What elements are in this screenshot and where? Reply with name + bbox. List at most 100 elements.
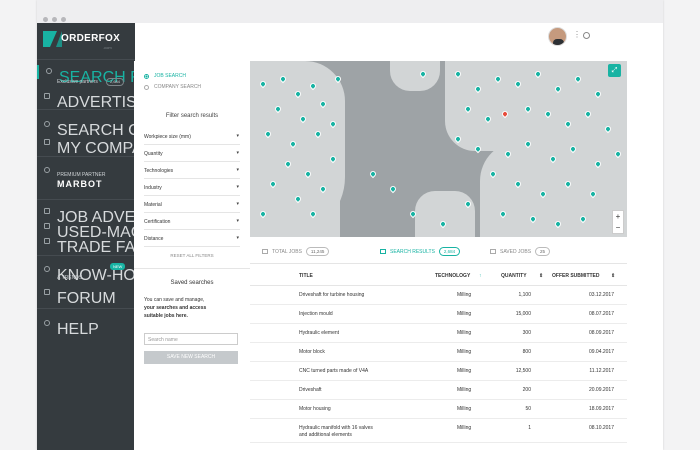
fullscreen-icon[interactable]: ⤢ bbox=[608, 64, 621, 77]
sidebar-item-used-machine[interactable]: USED-MACHINE MARKET bbox=[37, 220, 252, 241]
filter-distance[interactable]: Distance ▾ bbox=[144, 231, 240, 247]
filter-technologies[interactable]: Technologies ▾ bbox=[144, 163, 240, 179]
sidebar-item-company-profile[interactable]: MY COMPANY PROFILE bbox=[37, 136, 237, 157]
table-row[interactable]: Motor block Milling 800 09.04.2017 bbox=[250, 343, 627, 362]
table-row[interactable]: Driveshaft Milling 200 20.09.2017 bbox=[250, 381, 627, 400]
calendar-icon bbox=[44, 238, 50, 244]
exclusive-count-badge: 2,684 bbox=[106, 78, 125, 86]
cell-title: Driveshaft bbox=[299, 387, 322, 393]
filter-certification[interactable]: Certification ▾ bbox=[144, 214, 240, 230]
chevron-down-icon: ▾ bbox=[236, 167, 239, 173]
table-row[interactable]: Injection mould Milling 15,000 08.07.2017 bbox=[250, 305, 627, 324]
chevron-down-icon: ▾ bbox=[236, 218, 239, 224]
table-row[interactable]: Motor housing Milling 50 18.09.2017 bbox=[250, 400, 627, 419]
cell-title: Hydraulic element bbox=[299, 330, 340, 336]
sidebar-item-search-companies[interactable]: SEARCH COMPANIES bbox=[37, 118, 223, 139]
filter-industry[interactable]: Industry ▾ bbox=[144, 180, 240, 196]
partner-name[interactable]: MARBOT bbox=[57, 179, 103, 189]
grid-icon bbox=[44, 208, 50, 214]
cell-offer-date: 08.09.2017 bbox=[588, 330, 614, 336]
cell-title: Hydraulic manifold with 16 valves bbox=[299, 425, 373, 431]
machine-icon bbox=[44, 223, 50, 229]
map[interactable]: ⤢ + − bbox=[250, 61, 627, 237]
cell-quantity: 1 bbox=[528, 425, 531, 431]
map-pin[interactable] bbox=[368, 169, 378, 179]
cell-title: CNC turned parts made of V4A bbox=[299, 368, 369, 374]
sidebar-item-exclusive[interactable]: Exclusive partners bbox=[57, 79, 98, 85]
new-badge: NEW bbox=[110, 263, 126, 270]
sidebar: ORDERFOX .com SEARCH FOR JOBS Exclusive … bbox=[37, 23, 252, 450]
sort-icon[interactable]: ⇕ bbox=[611, 273, 615, 279]
cell-title: Injection mould bbox=[299, 311, 333, 317]
chat-icon bbox=[44, 289, 50, 295]
sidebar-item-forum[interactable]: FORUM bbox=[37, 286, 135, 307]
sidebar-item-job-ads[interactable]: JOB ADVERTISEMENTS bbox=[37, 205, 238, 226]
results-tabs: TOTAL JOBS 11,245 SEARCH RESULTS 2,684 SAV… bbox=[250, 237, 627, 264]
cell-offer-date: 18.09.2017 bbox=[588, 406, 614, 412]
premium-label: PREMIUM PARTNER bbox=[57, 172, 106, 178]
zoom-in-button[interactable]: + bbox=[613, 211, 623, 222]
logo-text: ORDERFOX bbox=[61, 33, 121, 44]
filter-panel: JOB SEARCH COMPANY SEARCH Filter search … bbox=[134, 61, 250, 450]
table-row[interactable]: Driveshaft for turbine housing Milling 1,1… bbox=[250, 286, 627, 305]
sidebar-item-search-jobs[interactable]: SEARCH FOR JOBS bbox=[37, 65, 210, 86]
filter-heading: Filter search results bbox=[165, 113, 219, 119]
tab-search-results[interactable]: SEARCH RESULTS 2,684 bbox=[380, 247, 461, 256]
cell-quantity: 12,500 bbox=[515, 368, 531, 374]
table-row[interactable]: CNC turned parts made of V4A Milling 12,50… bbox=[250, 362, 627, 381]
cell-quantity: 1,100 bbox=[518, 292, 531, 298]
avatar[interactable] bbox=[548, 27, 567, 46]
chevron-down-icon: ▾ bbox=[236, 235, 239, 241]
cell-quantity: 50 bbox=[525, 406, 531, 412]
sidebar-item-advertise[interactable]: ADVERTISE JOBS bbox=[37, 90, 194, 111]
heart-icon bbox=[490, 249, 496, 255]
tab-saved-jobs[interactable]: SAVED JOBS 25 bbox=[490, 247, 551, 256]
filter-material[interactable]: Material ▾ bbox=[144, 197, 240, 213]
zoom-out-button[interactable]: − bbox=[613, 222, 623, 233]
search-name-input[interactable]: Search name bbox=[144, 333, 238, 345]
cell-technology: Milling bbox=[457, 330, 472, 336]
tab-total-jobs[interactable]: TOTAL JOBS 11,245 bbox=[262, 247, 330, 256]
saved-searches-heading: Saved searches bbox=[170, 280, 214, 286]
cell-technology: Milling bbox=[457, 349, 472, 355]
cell-technology: Milling bbox=[457, 425, 472, 431]
help-icon bbox=[44, 320, 50, 326]
chevron-down-icon: ▾ bbox=[236, 150, 239, 156]
sidebar-item-help[interactable]: HELP bbox=[37, 317, 135, 338]
filter-quantity[interactable]: Quantity ▾ bbox=[144, 146, 240, 162]
col-offer[interactable]: OFFER SUBMITTED bbox=[552, 273, 600, 279]
star-icon bbox=[44, 167, 50, 173]
logo-sub: .com bbox=[103, 45, 112, 50]
cell-title-line2: and additional elements bbox=[299, 432, 352, 438]
chevron-down-icon: ▾ bbox=[236, 133, 239, 139]
cell-offer-date: 09.04.2017 bbox=[588, 349, 614, 355]
logo[interactable]: ORDERFOX .com bbox=[43, 31, 129, 51]
col-technology[interactable]: TECHNOLOGY bbox=[435, 273, 470, 279]
cell-technology: Milling bbox=[457, 292, 472, 298]
window-chrome bbox=[37, 0, 663, 23]
sort-asc-icon[interactable]: ↑ bbox=[479, 273, 482, 279]
cell-offer-date: 11.12.2017 bbox=[589, 368, 614, 374]
table-row[interactable]: Hydraulic element Milling 300 08.09.2017 bbox=[250, 324, 627, 343]
zoom-control[interactable]: + − bbox=[612, 210, 624, 234]
sidebar-item-trade-fair[interactable]: TRADE FAIR CALENDAR bbox=[37, 235, 243, 256]
cell-technology: Milling bbox=[457, 311, 472, 317]
reset-filters-link[interactable]: RESET ALL FILTERS bbox=[134, 253, 250, 258]
save-search-button[interactable]: SAVE NEW SEARCH bbox=[144, 351, 238, 364]
cell-technology: Milling bbox=[457, 406, 472, 412]
globe-icon[interactable] bbox=[583, 32, 590, 39]
col-quantity[interactable]: QUANTITY bbox=[501, 273, 527, 279]
search-icon bbox=[380, 249, 386, 255]
cell-quantity: 800 bbox=[522, 349, 531, 355]
cell-technology: Milling bbox=[457, 387, 472, 393]
knowhow-label-2: & TRENDS bbox=[57, 275, 83, 281]
filter-workpiece[interactable]: Workpiece size (mm) ▾ bbox=[144, 129, 240, 145]
cell-quantity: 300 bbox=[522, 330, 531, 336]
col-title[interactable]: TITLE bbox=[299, 273, 313, 279]
cell-quantity: 200 bbox=[522, 387, 531, 393]
map-pin[interactable] bbox=[388, 184, 398, 194]
document-icon bbox=[44, 93, 50, 99]
more-icon[interactable]: ⋮ bbox=[573, 30, 581, 39]
sort-icon[interactable]: ⇕ bbox=[539, 273, 543, 279]
table-row[interactable]: Hydraulic manifold with 16 valves Milling… bbox=[250, 419, 627, 443]
